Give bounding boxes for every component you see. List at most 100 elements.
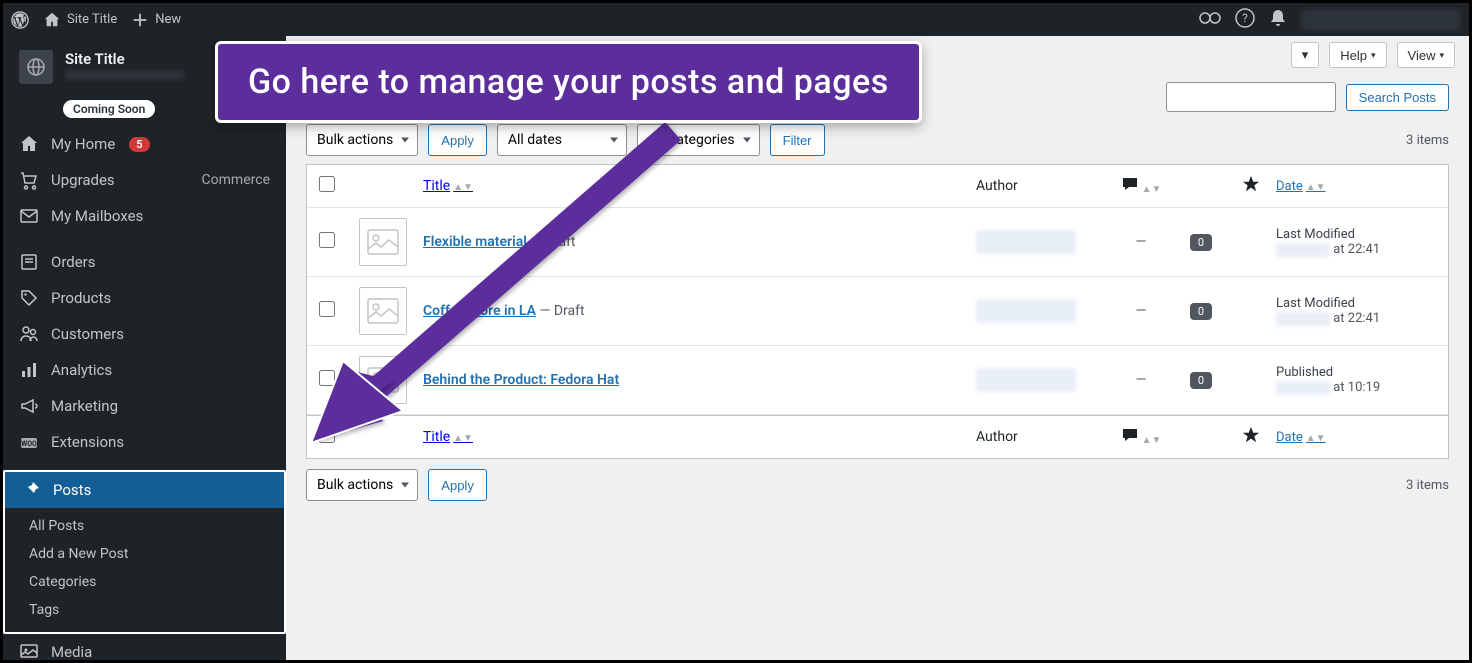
home-icon	[43, 11, 61, 29]
comments-footer[interactable]: ▲▼	[1106, 427, 1176, 447]
sidebar-item-customers[interactable]: Customers	[3, 316, 286, 352]
likes-badge: 0	[1190, 372, 1212, 389]
title-header[interactable]: Title▲▼	[423, 178, 473, 194]
post-thumbnail	[359, 218, 407, 266]
toolbar-reader-icon[interactable]	[1199, 11, 1221, 29]
post-status: — Draft	[536, 303, 585, 319]
table-footer-row: Title▲▼ Author ▲▼ Date▲▼	[307, 415, 1448, 458]
post-title-link[interactable]: Flexible material	[423, 234, 527, 250]
apply-button-top[interactable]: Apply	[428, 124, 487, 156]
featured-footer[interactable]	[1226, 426, 1276, 448]
mail-icon	[19, 206, 39, 226]
sidebar-item-label: My Home	[51, 135, 115, 153]
select-all-checkbox-bottom[interactable]	[319, 427, 335, 443]
row-checkbox[interactable]	[319, 370, 335, 386]
admin-sidebar: Site Title Coming Soon My Home 5 Upgrade…	[3, 36, 286, 660]
author-header: Author	[976, 178, 1106, 194]
sidebar-item-media[interactable]: Media	[3, 634, 286, 660]
author-name[interactable]	[976, 368, 1076, 392]
comment-icon	[1121, 427, 1139, 443]
table-row: Coffee store in LA — Draft — 0 Last Modi…	[307, 277, 1448, 346]
sidebar-item-marketing[interactable]: Marketing	[3, 388, 286, 424]
toolbar-new-label: New	[155, 12, 181, 27]
sidebar-item-upgrades[interactable]: Upgrades Commerce	[3, 162, 286, 198]
featured-header[interactable]	[1226, 175, 1276, 197]
filter-button[interactable]: Filter	[770, 124, 825, 156]
customers-icon	[19, 324, 39, 344]
table-row: Flexible material — Draft — 0 Last Modif…	[307, 208, 1448, 277]
toolbar-site-link[interactable]: Site Title	[43, 11, 117, 29]
screen-options-button[interactable]: ▾	[1291, 42, 1320, 68]
sidebar-item-analytics[interactable]: Analytics	[3, 352, 286, 388]
author-footer: Author	[976, 429, 1106, 445]
comment-icon	[1121, 176, 1139, 192]
date-time: at 22:41	[1333, 242, 1380, 257]
notification-badge: 5	[129, 137, 149, 152]
submenu-categories[interactable]: Categories	[5, 568, 284, 596]
posts-submenu-section: Posts All Posts Add a New Post Categorie…	[3, 470, 286, 634]
sidebar-item-label: Customers	[51, 325, 124, 343]
post-thumbnail	[359, 356, 407, 404]
toolbar-help-icon[interactable]: ?	[1235, 8, 1255, 32]
toolbar-notifications-icon[interactable]	[1269, 8, 1287, 32]
wp-logo[interactable]	[11, 11, 29, 29]
sidebar-item-mailboxes[interactable]: My Mailboxes	[3, 198, 286, 234]
main-content: ▾ Help ▾ View ▾ Search Posts Bulk action…	[286, 36, 1469, 660]
image-placeholder-icon	[367, 298, 399, 324]
sidebar-item-posts[interactable]: Posts	[5, 472, 284, 508]
post-title-link[interactable]: Behind the Product: Fedora Hat	[423, 372, 619, 388]
toolbar-account[interactable]	[1301, 9, 1461, 31]
sidebar-site-title: Site Title	[65, 50, 185, 68]
image-placeholder-icon	[367, 229, 399, 255]
sidebar-item-label: My Mailboxes	[51, 207, 143, 225]
sidebar-item-label: Orders	[51, 253, 96, 271]
search-input[interactable]	[1166, 82, 1336, 112]
title-footer[interactable]: Title▲▼	[423, 429, 473, 445]
sidebar-item-label: Upgrades	[51, 171, 115, 189]
sidebar-item-label: Marketing	[51, 397, 118, 415]
bulk-actions-select[interactable]: Bulk actions	[306, 124, 418, 156]
apply-button-bottom[interactable]: Apply	[428, 469, 487, 501]
date-time: at 22:41	[1333, 311, 1380, 326]
author-name[interactable]	[976, 299, 1076, 323]
row-checkbox[interactable]	[319, 301, 335, 317]
dates-select[interactable]: All dates	[497, 124, 627, 156]
analytics-icon	[19, 360, 39, 380]
toolbar-site-title: Site Title	[67, 12, 117, 27]
date-value	[1276, 243, 1330, 257]
date-header[interactable]: Date▲▼	[1276, 179, 1326, 194]
help-button[interactable]: Help ▾	[1329, 42, 1386, 68]
sidebar-item-orders[interactable]: Orders	[3, 244, 286, 280]
search-posts-button[interactable]: Search Posts	[1346, 84, 1449, 111]
sidebar-item-extensions[interactable]: WOO Extensions	[3, 424, 286, 460]
categories-select[interactable]: All Categories	[637, 124, 760, 156]
extensions-icon: WOO	[19, 432, 39, 452]
submenu-add-post[interactable]: Add a New Post	[5, 540, 284, 568]
date-footer[interactable]: Date▲▼	[1276, 430, 1326, 445]
image-placeholder-icon	[367, 367, 399, 393]
comments-count: —	[1106, 303, 1176, 319]
submenu-all-posts[interactable]: All Posts	[5, 512, 284, 540]
home-icon	[19, 134, 39, 154]
posts-table: Title▲▼ Author ▲▼ Date▲▼ Flexible materi…	[306, 164, 1449, 459]
date-label: Published	[1276, 365, 1436, 380]
post-title-link[interactable]: Coffee store in LA	[423, 303, 536, 319]
row-checkbox[interactable]	[319, 232, 335, 248]
toolbar-new[interactable]: New	[131, 11, 181, 29]
sidebar-item-my-home[interactable]: My Home 5	[3, 126, 286, 162]
bulk-actions-select-bottom[interactable]: Bulk actions	[306, 469, 418, 501]
likes-badge: 0	[1190, 234, 1212, 251]
submenu-tags[interactable]: Tags	[5, 596, 284, 624]
admin-toolbar: Site Title New ?	[3, 3, 1469, 36]
comments-header[interactable]: ▲▼	[1106, 176, 1176, 196]
select-all-checkbox[interactable]	[319, 176, 335, 192]
wordpress-icon	[11, 11, 29, 29]
view-button[interactable]: View ▾	[1397, 42, 1455, 68]
products-icon	[19, 288, 39, 308]
author-name[interactable]	[976, 230, 1076, 254]
sidebar-item-label: Analytics	[51, 361, 112, 379]
sidebar-item-label: Products	[51, 289, 111, 307]
megaphone-icon	[19, 396, 39, 416]
globe-icon	[26, 57, 46, 77]
sidebar-item-products[interactable]: Products	[3, 280, 286, 316]
